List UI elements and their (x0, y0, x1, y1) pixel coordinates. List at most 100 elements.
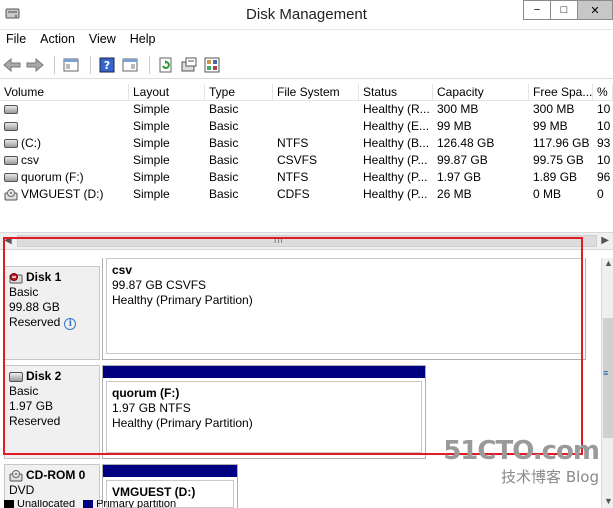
table-row[interactable]: VMGUEST (D:) Simple Basic CDFS Healthy (… (0, 186, 613, 203)
partition-name: csv (112, 263, 133, 277)
watermark-site: 51CTO.com (443, 436, 600, 466)
primary-partition-swatch (83, 500, 94, 508)
volume-percent-free: 10 (597, 119, 611, 133)
column-header-file-system[interactable]: File System (273, 84, 359, 100)
horizontal-scrollbar[interactable]: ◀ III ▶ (0, 232, 613, 250)
scroll-grip-icon: III (274, 236, 284, 245)
vertical-scrollbar[interactable]: ▲ ≡ ▼ (601, 258, 613, 508)
column-header-capacity[interactable]: Capacity (433, 84, 529, 100)
disk-reserved-icon (9, 272, 23, 283)
refresh-icon[interactable] (156, 55, 176, 75)
partition-name: quorum (F:) (112, 386, 180, 400)
drive-icon (4, 105, 18, 114)
back-arrow-icon[interactable] (2, 55, 22, 75)
volume-file-system: CDFS (277, 187, 310, 201)
info-icon[interactable]: i (64, 318, 77, 330)
scroll-right-arrow-icon[interactable]: ▶ (601, 235, 609, 246)
table-row[interactable]: csv Simple Basic CSVFS Healthy (P... 99.… (0, 152, 613, 169)
window-controls: − □ ✕ (523, 0, 613, 20)
volume-file-system: CSVFS (277, 153, 318, 167)
scroll-grip-icon: ≡ (603, 368, 609, 378)
volume-type: Basic (209, 170, 239, 184)
volume-layout: Simple (133, 119, 170, 133)
column-header-volume[interactable]: Volume (0, 84, 129, 100)
partition-quorum[interactable]: quorum (F:) 1.97 GB NTFS Healthy (Primar… (102, 365, 426, 459)
volume-layout: Simple (133, 136, 170, 150)
volume-list: Volume Layout Type File System Status Ca… (0, 84, 613, 232)
window-title: Disk Management (246, 6, 367, 23)
volume-status: Healthy (P... (363, 187, 428, 201)
vertical-scroll-thumb[interactable] (603, 318, 613, 438)
horizontal-scroll-thumb[interactable] (17, 235, 597, 247)
volume-status: Healthy (R... (363, 102, 430, 116)
disk-properties-icon[interactable] (202, 55, 222, 75)
minimize-button[interactable]: − (523, 0, 551, 20)
table-row[interactable]: (C:) Simple Basic NTFS Healthy (B... 126… (0, 135, 613, 152)
disk-state: Reserved (9, 414, 61, 428)
volume-layout: Simple (133, 170, 170, 184)
help-icon[interactable]: ? (97, 55, 117, 75)
legend-primary-partition: Primary partition (96, 500, 177, 508)
drive-icon (4, 173, 18, 182)
disk-kind: DVD (9, 483, 35, 497)
properties-pane-icon[interactable] (120, 55, 140, 75)
menu-action[interactable]: Action (40, 30, 83, 50)
volume-layout: Simple (133, 153, 170, 167)
volume-free-space: 117.96 GB (533, 136, 590, 150)
volume-rows: Simple Basic Healthy (R... 300 MB 300 MB… (0, 101, 613, 203)
menu-file[interactable]: File (6, 30, 34, 50)
volume-percent-free: 10 (597, 153, 611, 167)
volume-percent-free: 96 (597, 170, 611, 184)
menu-view[interactable]: View (89, 30, 124, 50)
volume-layout: Simple (133, 102, 170, 116)
volume-capacity: 99 MB (437, 119, 472, 133)
volume-free-space: 99 MB (533, 119, 568, 133)
disk-size: 1.97 GB (9, 399, 54, 413)
table-row[interactable]: Simple Basic Healthy (R... 300 MB 300 MB… (0, 101, 613, 118)
volume-type: Basic (209, 102, 239, 116)
partition-status: Healthy (Primary Partition) (112, 416, 253, 430)
scroll-left-arrow-icon[interactable]: ◀ (4, 235, 12, 246)
volume-free-space: 0 MB (533, 187, 562, 201)
cd-drive-icon (9, 469, 23, 481)
partition-size-fs: 99.87 GB CSVFS (112, 278, 207, 292)
volume-capacity: 300 MB (437, 102, 479, 116)
column-header-type[interactable]: Type (205, 84, 273, 100)
volume-percent-free: 93 (597, 136, 611, 150)
volume-name: (C:) (21, 136, 41, 150)
disk-1-label[interactable]: Disk 1 Basic 99.88 GB Reserved i (4, 266, 100, 360)
disk-state: Reserved (9, 315, 61, 329)
scroll-down-arrow-icon[interactable]: ▼ (604, 496, 613, 506)
rescan-disks-icon[interactable] (179, 55, 199, 75)
table-row[interactable]: quorum (F:) Simple Basic NTFS Healthy (P… (0, 169, 613, 186)
scroll-up-arrow-icon[interactable]: ▲ (604, 258, 613, 268)
toolbar-separator (54, 55, 55, 74)
column-header-status[interactable]: Status (359, 84, 433, 100)
partition-csv[interactable]: csv 99.87 GB CSVFS Healthy (Primary Part… (102, 258, 586, 360)
partition-size-fs: 1.97 GB NTFS (112, 401, 191, 415)
column-header-free-space[interactable]: Free Spa... (529, 84, 593, 100)
forward-arrow-icon[interactable] (25, 55, 45, 75)
watermark-blog: Blog (565, 468, 599, 486)
partition-name: VMGUEST (D:) (112, 485, 196, 499)
volume-capacity: 1.97 GB (437, 170, 482, 184)
console-tree-icon[interactable] (61, 55, 81, 75)
close-button[interactable]: ✕ (577, 0, 613, 20)
volume-capacity: 26 MB (437, 187, 472, 201)
volume-free-space: 99.75 GB (533, 153, 584, 167)
volume-name: quorum (F:) (21, 170, 84, 184)
volume-file-system: NTFS (277, 136, 309, 150)
menu-help[interactable]: Help (130, 30, 164, 50)
volume-file-system: NTFS (277, 170, 309, 184)
disk-2-label[interactable]: Disk 2 Basic 1.97 GB Reserved (4, 365, 100, 459)
volume-type: Basic (209, 153, 239, 167)
volume-file-system (273, 118, 359, 135)
volume-status: Healthy (P... (363, 170, 428, 184)
volume-percent-free: 10 (597, 102, 611, 116)
volume-capacity: 99.87 GB (437, 153, 488, 167)
table-row[interactable]: Simple Basic Healthy (E... 99 MB 99 MB 1… (0, 118, 613, 135)
maximize-button[interactable]: □ (550, 0, 578, 20)
volume-status: Healthy (E... (363, 119, 430, 133)
column-header-layout[interactable]: Layout (129, 84, 205, 100)
column-header-percent-free[interactable]: % (593, 84, 613, 100)
